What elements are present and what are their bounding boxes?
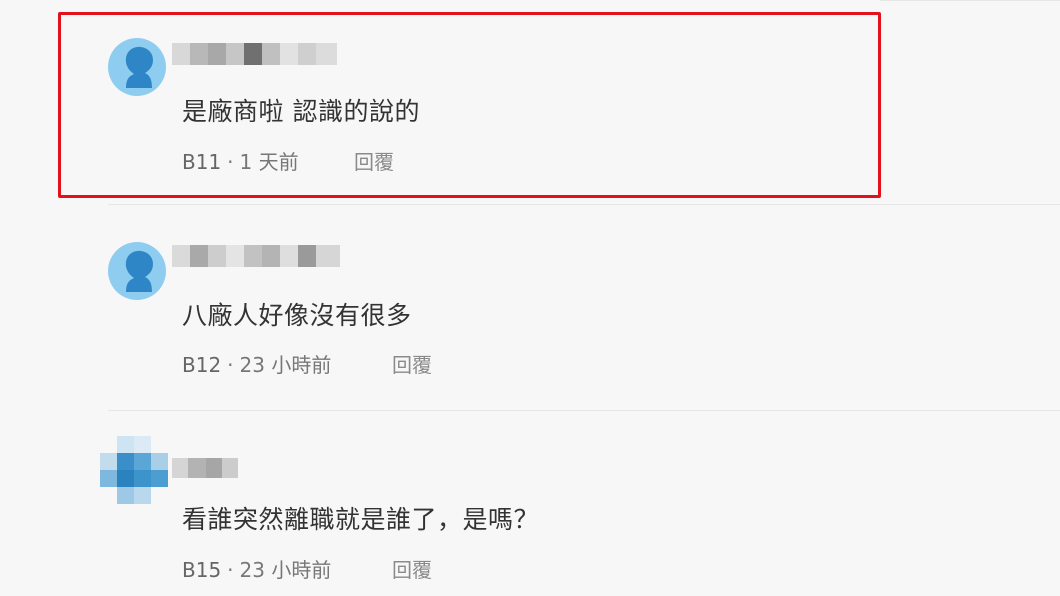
comment-text: 八廠人好像沒有很多	[182, 301, 412, 330]
meta-separator: ·	[227, 558, 234, 582]
reply-button[interactable]: 回覆	[392, 554, 432, 583]
comment-meta: B15 · 23 小時前	[182, 554, 331, 583]
username-blurred	[172, 458, 238, 478]
comment-item: 看誰突然離職就是誰了，是嗎？ B15 · 23 小時前 回覆	[0, 411, 1060, 596]
username-blurred	[172, 245, 340, 267]
comment-text: 看誰突然離職就是誰了，是嗎？	[182, 505, 540, 534]
reply-button[interactable]: 回覆	[392, 349, 432, 378]
floor-number: B15	[182, 558, 222, 582]
comment-meta: B12 · 23 小時前	[182, 349, 331, 378]
user-silhouette-icon	[125, 250, 153, 292]
meta-separator: ·	[227, 353, 234, 377]
user-avatar[interactable]	[108, 242, 166, 300]
highlight-frame	[58, 12, 881, 198]
comment-item: 八廠人好像沒有很多 B12 · 23 小時前 回覆	[0, 205, 1060, 410]
floor-number: B12	[182, 353, 222, 377]
timestamp: 23 小時前	[239, 353, 332, 377]
user-avatar-blurred[interactable]	[100, 436, 168, 504]
timestamp: 23 小時前	[239, 558, 332, 582]
